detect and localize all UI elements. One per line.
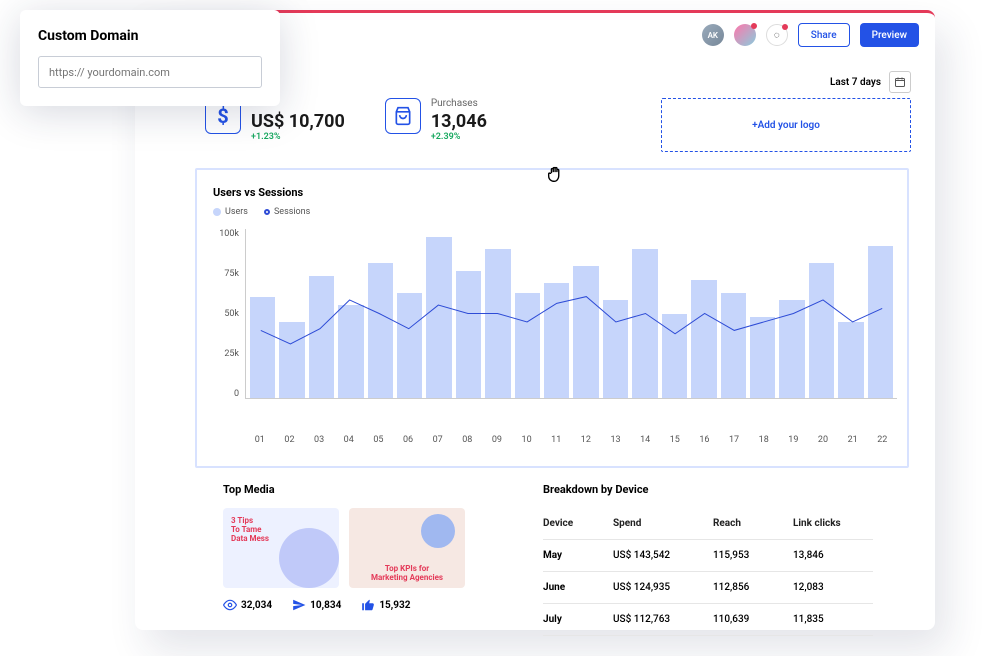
kpi-value: US$ 10,700: [251, 111, 345, 132]
x-tick: 14: [630, 435, 660, 445]
x-tick: 15: [660, 435, 690, 445]
grab-cursor-icon: [545, 163, 567, 190]
card-text: Top KPIs for: [385, 564, 429, 573]
legend-label: Sessions: [274, 207, 310, 217]
x-tick: 03: [304, 435, 334, 445]
x-tick: 08: [452, 435, 482, 445]
cell: 13,846: [793, 550, 873, 561]
x-tick: 07: [423, 435, 453, 445]
cell: May: [543, 550, 613, 561]
share-button[interactable]: Share: [798, 23, 850, 47]
notification-dot-icon: [751, 23, 757, 29]
y-tick: 25k: [224, 349, 239, 359]
x-tick: 12: [571, 435, 601, 445]
cell: 11,835: [793, 614, 873, 625]
card-text: To Tame: [231, 525, 331, 534]
x-tick: 09: [482, 435, 512, 445]
avatar-1[interactable]: AK: [702, 24, 724, 46]
domain-input[interactable]: [38, 56, 262, 88]
breakdown-table: Breakdown by Device Device Spend Reach L…: [543, 483, 873, 636]
kpi-delta: +2.39%: [431, 132, 487, 142]
chart-plot: 100k 75k 50k 25k 0: [207, 229, 897, 429]
col-header: Reach: [713, 518, 793, 529]
x-tick: 04: [334, 435, 364, 445]
date-range-picker[interactable]: Last 7 days: [830, 71, 911, 93]
cell: US$ 124,935: [613, 582, 713, 593]
top-media-section: Top Media 3 Tips To Tame Data Mess Top K…: [223, 483, 503, 636]
x-tick: 21: [838, 435, 868, 445]
bars-area: [245, 229, 897, 399]
preview-button[interactable]: Preview: [860, 23, 919, 47]
notification-dot-icon: [782, 24, 788, 30]
shopping-bag-icon: [385, 98, 421, 134]
cell: 110,639: [713, 614, 793, 625]
likes-stat: 15,932: [361, 598, 410, 612]
kpi-delta: +1.23%: [251, 132, 345, 142]
x-tick: 01: [245, 435, 275, 445]
legend-sessions: Sessions: [264, 207, 310, 217]
card-text: Data Mess: [231, 534, 331, 543]
chat-icon[interactable]: ◌: [766, 24, 788, 46]
x-tick: 10: [512, 435, 542, 445]
x-tick: 11: [541, 435, 571, 445]
y-tick: 0: [234, 389, 239, 399]
x-axis: 0102030405060708091011121314151617181920…: [207, 435, 897, 445]
cell: July: [543, 614, 613, 625]
legend-users: Users: [213, 207, 248, 217]
card-text: Marketing Agencies: [371, 573, 443, 582]
media-card-1[interactable]: 3 Tips To Tame Data Mess: [223, 508, 339, 588]
media-card-2[interactable]: Top KPIs for Marketing Agencies: [349, 508, 465, 588]
cell: US$ 112,763: [613, 614, 713, 625]
table-row: MayUS$ 143,542115,95313,846: [543, 540, 873, 572]
media-stats: 32,034 10,834 15,932: [223, 598, 503, 612]
card-text: 3 Tips: [231, 516, 331, 525]
cell: US$ 143,542: [613, 550, 713, 561]
sessions-line: [246, 229, 897, 398]
avatar-2[interactable]: [734, 24, 756, 46]
cell: June: [543, 582, 613, 593]
legend-label: Users: [225, 207, 248, 217]
stat-value: 32,034: [241, 600, 272, 611]
x-tick: 19: [779, 435, 809, 445]
y-axis: 100k 75k 50k 25k 0: [207, 229, 245, 399]
stat-value: 10,834: [310, 600, 341, 611]
add-logo-button[interactable]: +Add your logo: [661, 98, 911, 152]
col-header: Device: [543, 518, 613, 529]
x-tick: 02: [275, 435, 305, 445]
cell: 12,083: [793, 582, 873, 593]
table-row: JulyUS$ 112,763110,63911,835: [543, 604, 873, 636]
kpi-purchases: Purchases 13,046 +2.39%: [385, 98, 487, 142]
shares-stat: 10,834: [292, 598, 341, 612]
x-tick: 06: [393, 435, 423, 445]
x-tick: 16: [690, 435, 720, 445]
section-title: Top Media: [223, 483, 503, 496]
date-range-label: Last 7 days: [830, 77, 881, 88]
x-tick: 20: [808, 435, 838, 445]
x-tick: 17: [719, 435, 749, 445]
y-tick: 100k: [219, 229, 239, 239]
x-tick: 18: [749, 435, 779, 445]
table-row: JuneUS$ 124,935112,85612,083: [543, 572, 873, 604]
x-tick: 13: [601, 435, 631, 445]
kpi-value: 13,046: [431, 111, 487, 132]
kpi-label: Purchases: [431, 98, 487, 109]
popup-title: Custom Domain: [38, 28, 262, 44]
y-tick: 75k: [224, 269, 239, 279]
cell: 112,856: [713, 582, 793, 593]
table-header: Device Spend Reach Link clicks: [543, 508, 873, 540]
col-header: Spend: [613, 518, 713, 529]
avatar-initials: AK: [708, 31, 718, 40]
views-stat: 32,034: [223, 598, 272, 612]
col-header: Link clicks: [793, 518, 873, 529]
calendar-icon: [889, 71, 911, 93]
chart-panel[interactable]: Users vs Sessions Users Sessions 100k75k…: [195, 168, 909, 468]
chart-legend: Users Sessions: [207, 207, 897, 217]
x-tick: 05: [364, 435, 394, 445]
y-tick: 50k: [224, 309, 239, 319]
cell: 115,953: [713, 550, 793, 561]
section-title: Breakdown by Device: [543, 483, 873, 496]
stat-value: 15,932: [379, 600, 410, 611]
custom-domain-popup: Custom Domain: [20, 10, 280, 106]
x-tick: 22: [867, 435, 897, 445]
